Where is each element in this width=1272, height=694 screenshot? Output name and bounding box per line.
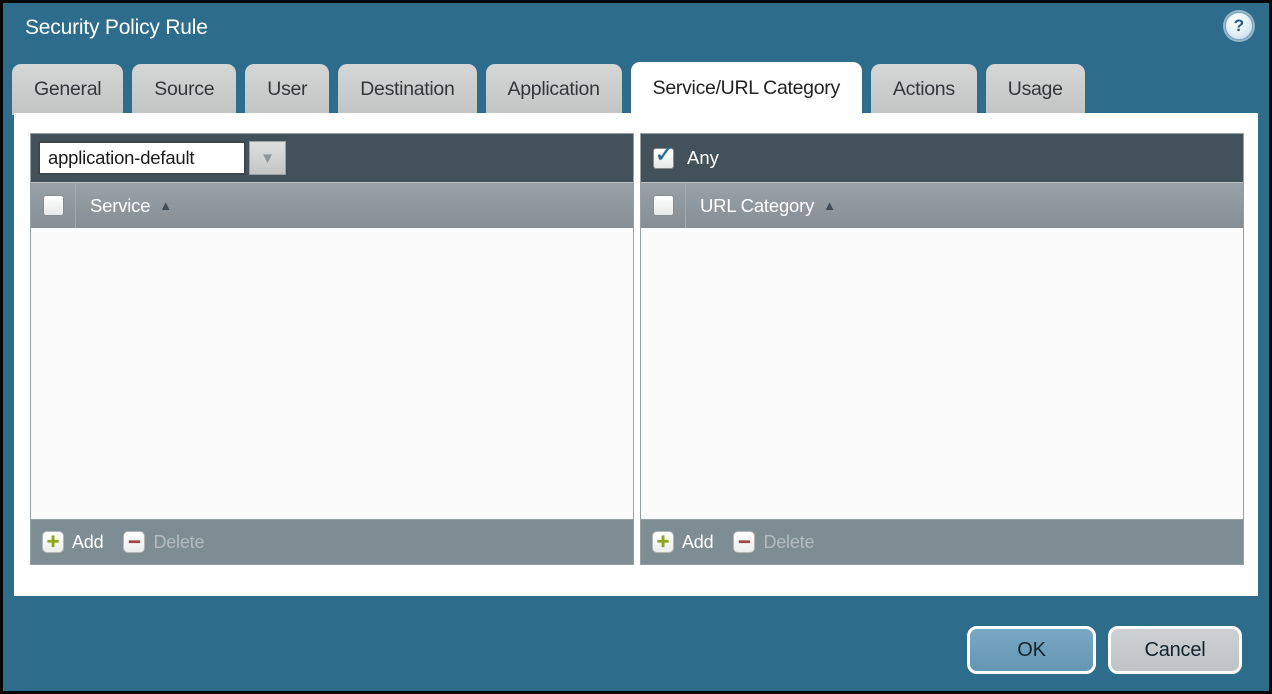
service-column-label: Service (90, 195, 150, 217)
service-panel: application-default ▼ Service ▲ (30, 133, 634, 565)
dialog-title: Security Policy Rule (25, 16, 208, 40)
service-delete-label: Delete (153, 532, 204, 553)
service-type-dropdown: application-default ▼ (38, 141, 286, 175)
tab-usage[interactable]: Usage (986, 64, 1085, 115)
url-add-label: Add (682, 532, 713, 553)
service-add-label: Add (72, 532, 103, 553)
cancel-button[interactable]: Cancel (1108, 626, 1242, 674)
sort-asc-icon: ▲ (823, 198, 836, 213)
delete-icon: − (123, 531, 145, 553)
url-category-column-header[interactable]: URL Category ▲ (641, 182, 1243, 228)
url-select-all-cell (641, 183, 686, 228)
delete-icon: − (733, 531, 755, 553)
service-add-button[interactable]: + Add (42, 531, 103, 553)
url-any-label: Any (687, 147, 719, 169)
tab-user[interactable]: User (245, 64, 329, 115)
url-category-panel: ✓ Any URL Category ▲ + Add (640, 133, 1244, 565)
help-glyph: ? (1234, 16, 1244, 36)
ok-button[interactable]: OK (967, 626, 1096, 674)
chevron-down-icon: ▼ (260, 150, 275, 167)
service-panel-header: application-default ▼ (31, 134, 633, 182)
tab-service-url-category[interactable]: Service/URL Category (631, 62, 862, 115)
service-select-all-checkbox[interactable] (43, 195, 64, 216)
sort-asc-icon: ▲ (159, 198, 172, 213)
service-type-dropdown-button[interactable]: ▼ (249, 141, 286, 175)
panels-container: application-default ▼ Service ▲ (30, 133, 1244, 565)
url-any-checkbox[interactable]: ✓ (653, 148, 674, 169)
tab-application[interactable]: Application (486, 64, 622, 115)
tab-destination[interactable]: Destination (338, 64, 476, 115)
service-list (31, 228, 633, 519)
tab-bar: General Source User Destination Applicat… (12, 62, 1085, 115)
url-select-all-checkbox[interactable] (653, 195, 674, 216)
url-category-list (641, 228, 1243, 519)
check-icon: ✓ (654, 143, 674, 167)
add-icon: + (652, 531, 674, 553)
service-select-all-cell (31, 183, 76, 228)
add-icon: + (42, 531, 64, 553)
url-delete-button[interactable]: − Delete (733, 531, 814, 553)
service-type-value[interactable]: application-default (38, 141, 246, 175)
security-policy-rule-dialog: Security Policy Rule ? General Source Us… (0, 0, 1272, 694)
tab-actions[interactable]: Actions (871, 64, 977, 115)
url-category-column-label: URL Category (700, 195, 814, 217)
help-icon[interactable]: ? (1225, 12, 1253, 40)
url-add-button[interactable]: + Add (652, 531, 713, 553)
url-category-panel-header: ✓ Any (641, 134, 1243, 182)
dialog-action-buttons: OK Cancel (967, 626, 1242, 674)
url-any-row: ✓ Any (648, 147, 719, 169)
tab-source[interactable]: Source (132, 64, 236, 115)
tab-general[interactable]: General (12, 64, 123, 115)
url-delete-label: Delete (763, 532, 814, 553)
url-category-panel-footer: + Add − Delete (641, 519, 1243, 564)
service-delete-button[interactable]: − Delete (123, 531, 204, 553)
service-panel-footer: + Add − Delete (31, 519, 633, 564)
tab-content: application-default ▼ Service ▲ (14, 113, 1258, 596)
service-column-header[interactable]: Service ▲ (31, 182, 633, 228)
